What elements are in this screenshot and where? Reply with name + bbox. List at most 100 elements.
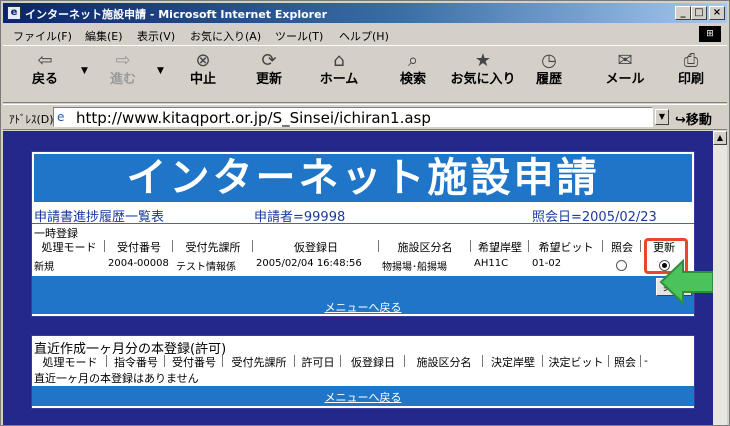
menu-file[interactable]: ファイル(F) <box>13 28 72 44</box>
page-icon: e <box>57 110 65 124</box>
col-separator <box>294 355 295 367</box>
standard-toolbar: ⇦ 戻る ▼ ⇨ 進む ▼ ⊗ 中止 ⟳ 更新 ⌂ ホーム ⌕ 検索 ★ お気に… <box>3 45 727 103</box>
col-mode: 処理モード <box>41 241 97 254</box>
row-berth: AH11C <box>474 258 509 269</box>
forward-dropdown-icon[interactable]: ▼ <box>157 66 164 76</box>
refresh-label: 更新 <box>255 72 282 87</box>
col-separator <box>172 240 173 252</box>
row-office: テスト情報係 <box>176 262 236 273</box>
col-separator <box>222 355 223 367</box>
application-panel: インターネット施設申請 申請書進捗履歴一覧表 申請者=99998 照会日=200… <box>31 151 695 317</box>
print-button[interactable]: ⎙ 印刷 <box>659 50 723 100</box>
page-content: インターネット施設申請 申請書進捗履歴一覧表 申請者=99998 照会日=200… <box>3 131 713 425</box>
forward-label: 進む <box>109 72 136 87</box>
address-input[interactable]: e http://www.kitaqport.or.jp/S_Sinsei/ic… <box>53 107 653 127</box>
col-separator <box>404 355 405 367</box>
col-separator <box>482 355 483 367</box>
col-permit-date: 許可日 <box>301 356 335 369</box>
refresh-button[interactable]: ⟳ 更新 <box>237 50 301 100</box>
row-temp-date: 2005/02/04 16:48:56 <box>256 258 362 269</box>
scroll-up-icon[interactable]: ▲ <box>713 131 727 145</box>
col-separator <box>340 355 341 367</box>
row-bit: 01-02 <box>532 258 562 269</box>
col-separator <box>252 240 253 252</box>
forward-arrow-icon: ⇨ <box>115 50 131 71</box>
vertical-scrollbar[interactable]: ▲ <box>713 131 727 425</box>
windows-logo-icon: ⊞ <box>699 26 721 42</box>
mail-label: メール <box>605 72 645 87</box>
menu-link[interactable]: メニューへ戻る <box>32 299 694 315</box>
menu-bar: ファイル(F) 編集(E) 表示(V) お気に入り(A) ツール(T) ヘルプ(… <box>3 24 727 44</box>
print-label: 印刷 <box>677 72 704 87</box>
page-banner: インターネット施設申請 <box>34 154 692 202</box>
col-facility: 施設区分名 <box>397 241 453 254</box>
col-receipt-no: 受付番号 <box>117 241 161 254</box>
home-button[interactable]: ⌂ ホーム <box>307 50 371 100</box>
menu-help[interactable]: ヘルプ(H) <box>339 28 389 44</box>
favorites-button[interactable]: ★ お気に入り <box>447 50 519 100</box>
back-dropdown-icon[interactable]: ▼ <box>81 66 88 76</box>
col-mode: 処理モード <box>42 356 98 369</box>
col-separator <box>602 240 603 252</box>
col-separator <box>164 355 165 367</box>
address-dropdown-icon[interactable]: ▼ <box>655 109 669 125</box>
refresh-icon: ⟳ <box>261 50 277 71</box>
col-receipt-no: 受付番号 <box>172 356 216 369</box>
col-extra: - <box>644 354 648 367</box>
col-office: 受付先課所 <box>185 241 241 254</box>
col-inquiry: 照会 <box>611 241 633 254</box>
stop-icon: ⊗ <box>195 50 211 71</box>
col-separator <box>106 355 107 367</box>
stop-button[interactable]: ⊗ 中止 <box>171 50 235 100</box>
col-separator <box>608 355 609 367</box>
address-url: http://www.kitaqport.or.jp/S_Sinsei/ichi… <box>76 109 431 127</box>
row-facility: 物揚場･船揚場 <box>382 262 447 273</box>
go-arrow-icon: ↪ <box>675 113 686 128</box>
address-bar: ｱﾄﾞﾚｽ(D) e http://www.kitaqport.or.jp/S_… <box>3 104 727 130</box>
menu-tools[interactable]: ツール(T) <box>275 28 323 44</box>
favorites-icon: ★ <box>474 50 492 71</box>
minimize-button[interactable]: _ <box>675 6 691 20</box>
menu-view[interactable]: 表示(V) <box>137 28 175 44</box>
history-button[interactable]: ◷ 履歴 <box>517 50 581 100</box>
go-label: 移動 <box>685 113 712 128</box>
search-button[interactable]: ⌕ 検索 <box>381 50 445 100</box>
title-bar: e インターネット施設申請 - Microsoft Internet Explo… <box>3 3 727 23</box>
col-facility: 施設区分名 <box>416 356 472 369</box>
menu-link-bottom[interactable]: メニューへ戻る <box>32 389 694 405</box>
mail-button[interactable]: ✉ メール <box>593 50 657 100</box>
col-temp-date: 仮登録日 <box>351 356 395 369</box>
back-label: 戻る <box>31 72 58 87</box>
history-icon: ◷ <box>541 50 557 71</box>
inquiry-radio[interactable] <box>616 260 627 271</box>
col-command-no: 指令番号 <box>114 356 158 369</box>
col-separator <box>104 240 105 252</box>
recent-empty-message: 直近一ヶ月の本登録はありません <box>34 372 199 385</box>
pointer-arrow-icon <box>659 258 713 306</box>
search-label: 検索 <box>399 72 426 87</box>
row-receipt-no: 2004-00008 <box>108 258 169 269</box>
forward-button[interactable]: ⇨ 進む <box>91 50 155 100</box>
menu-favorites[interactable]: お気に入り(A) <box>190 28 261 44</box>
back-button[interactable]: ⇦ 戻る <box>13 50 77 100</box>
back-arrow-icon: ⇦ <box>37 50 53 71</box>
col-bit: 希望ビット <box>538 241 594 254</box>
col-inquiry: 照会 <box>614 356 636 369</box>
col-office: 受付先課所 <box>231 356 287 369</box>
go-button[interactable]: ↪移動 <box>675 109 712 128</box>
menu-edit[interactable]: 編集(E) <box>85 28 123 44</box>
printer-icon: ⎙ <box>683 50 699 71</box>
mail-icon: ✉ <box>617 50 633 71</box>
close-button[interactable]: × <box>709 6 725 20</box>
col-separator <box>378 240 379 252</box>
row-mode: 新規 <box>34 262 54 273</box>
favorites-label: お気に入り <box>450 72 516 87</box>
col-separator <box>640 240 641 252</box>
home-icon: ⌂ <box>333 50 345 71</box>
history-label: 履歴 <box>535 72 562 87</box>
maximize-button[interactable]: □ <box>691 6 707 20</box>
home-label: ホーム <box>319 72 359 87</box>
search-icon: ⌕ <box>407 50 419 71</box>
browser-window: e インターネット施設申請 - Microsoft Internet Explo… <box>0 0 730 426</box>
col-separator <box>640 355 641 367</box>
